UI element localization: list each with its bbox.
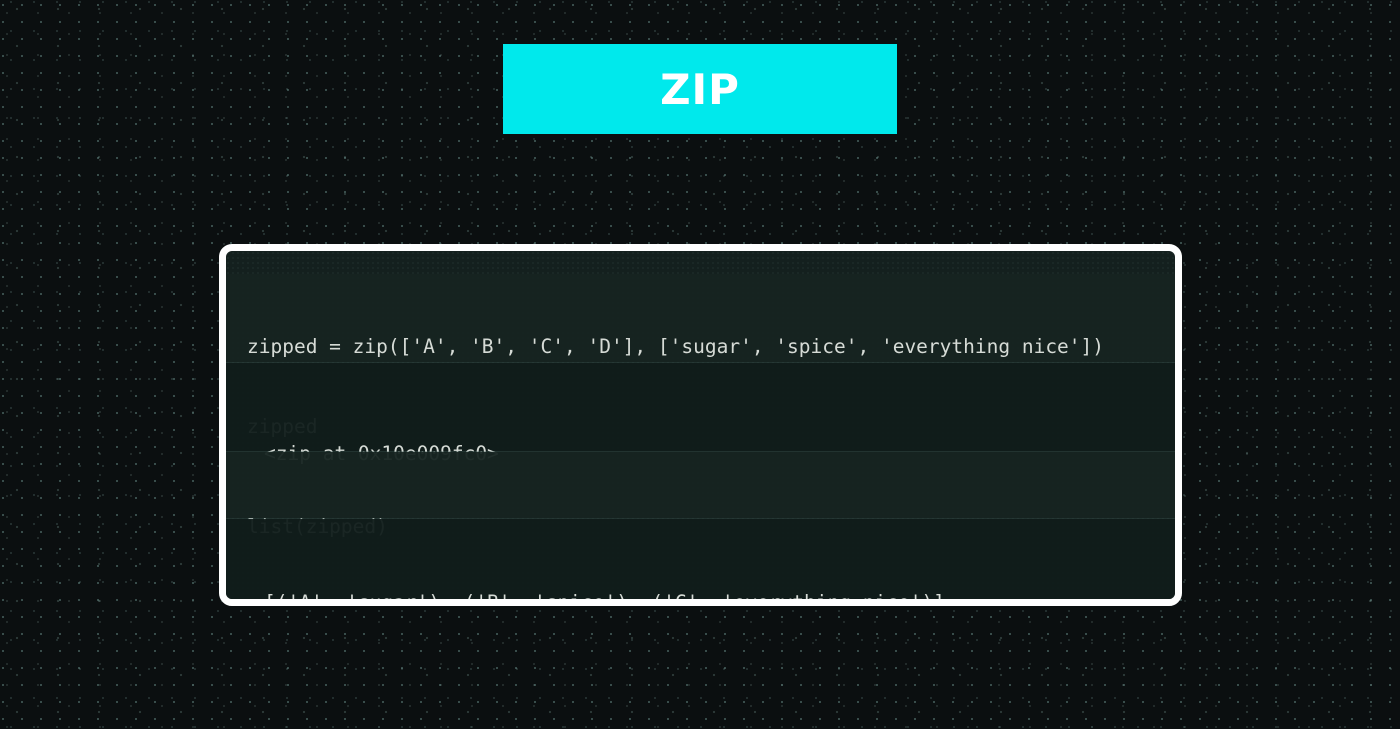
code-cell-input-1: zipped = zip(['A', 'B', 'C', 'D'], ['sug… — [226, 274, 1175, 438]
output-line: [('A', 'sugar'), ('B', 'spice'), ('C', '… — [264, 591, 945, 606]
code-cell-output-1: <zip at 0x10e009fc0> — [226, 363, 1175, 465]
title-banner: ZIP — [503, 44, 897, 134]
code-block: zipped = zip(['A', 'B', 'C', 'D'], ['sug… — [219, 244, 1182, 606]
code-cell-input-2: list(zipped) — [226, 452, 1175, 538]
page-title: ZIP — [660, 64, 740, 114]
code-line: zipped = zip(['A', 'B', 'C', 'D'], ['sug… — [247, 335, 1105, 358]
code-cell-output-2: [('A', 'sugar'), ('B', 'spice'), ('C', '… — [226, 519, 1175, 599]
